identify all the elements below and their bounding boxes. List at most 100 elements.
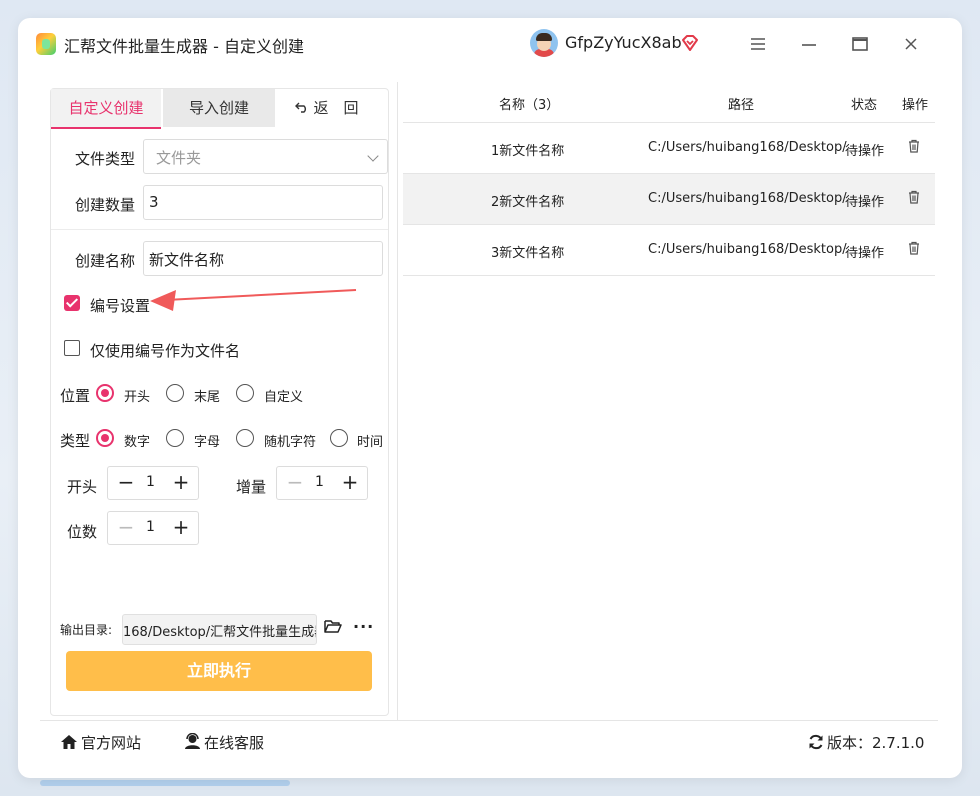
- section-divider: [51, 229, 388, 230]
- position-start-label: 开头: [124, 390, 151, 405]
- increment-button[interactable]: +: [339, 470, 361, 494]
- numbering-label: 编号设置: [90, 297, 151, 315]
- file-type-select[interactable]: 文件夹: [143, 139, 388, 174]
- output-dir-label: 输出目录:: [60, 623, 113, 637]
- version-label: 版本：2.7.1.0: [827, 734, 925, 752]
- type-random-label: 随机字符: [264, 435, 317, 450]
- type-time-label: 时间: [357, 435, 384, 450]
- maximize-icon[interactable]: [848, 32, 872, 56]
- start-label: 开头: [67, 478, 98, 496]
- position-custom-label: 自定义: [264, 390, 304, 405]
- row-name: 3新文件名称: [491, 246, 565, 261]
- support-link[interactable]: 在线客服: [184, 732, 264, 753]
- folder-open-icon[interactable]: [324, 619, 342, 633]
- only-number-label: 仅使用编号作为文件名: [90, 342, 241, 360]
- position-start-radio[interactable]: [96, 384, 114, 402]
- name-input[interactable]: 新文件名称: [143, 241, 383, 276]
- back-button[interactable]: 返 回: [287, 89, 367, 127]
- increment-button[interactable]: +: [170, 470, 192, 494]
- position-custom-radio[interactable]: [236, 384, 254, 402]
- tab-import-create[interactable]: 导入创建: [163, 89, 275, 127]
- position-end-radio[interactable]: [166, 384, 184, 402]
- count-label: 创建数量: [75, 196, 136, 214]
- support-label: 在线客服: [204, 734, 265, 752]
- increment-label: 增量: [236, 478, 267, 496]
- column-header-status: 状态: [851, 98, 878, 113]
- website-label: 官方网站: [81, 734, 142, 752]
- row-status: 待操作: [845, 246, 885, 261]
- trash-icon[interactable]: [908, 241, 920, 255]
- row-status: 待操作: [845, 144, 885, 159]
- website-link[interactable]: 官方网站: [60, 732, 141, 753]
- app-logo-icon: [36, 33, 56, 55]
- position-label: 位置: [60, 387, 91, 405]
- chevron-down-icon: [367, 150, 379, 162]
- settings-card: 自定义创建 导入创建 返 回 文件类型 文件夹 创建数量 3 创建名称 新文件名…: [50, 88, 389, 716]
- status-bar: 官方网站 在线客服 版本：2.7.1.0: [40, 720, 938, 763]
- tab-custom-create[interactable]: 自定义创建: [51, 89, 161, 129]
- refresh-icon: [809, 734, 823, 750]
- table-row[interactable]: 3新文件名称 C:/Users/huibang168/Desktop/ 待操作: [403, 224, 935, 275]
- back-label: 返 回: [313, 99, 359, 117]
- table-bottom-border: [403, 275, 935, 276]
- type-random-radio[interactable]: [236, 429, 254, 447]
- type-letter-radio[interactable]: [166, 429, 184, 447]
- background-decoration: [40, 780, 290, 786]
- version-info[interactable]: 版本：2.7.1.0: [808, 732, 924, 753]
- row-name: 2新文件名称: [491, 195, 565, 210]
- user-avatar[interactable]: [530, 29, 558, 57]
- home-icon: [61, 735, 77, 749]
- increment-value: 1: [315, 474, 324, 490]
- left-panel: 自定义创建 导入创建 返 回 文件类型 文件夹 创建数量 3 创建名称 新文件名…: [40, 82, 398, 720]
- trash-icon[interactable]: [908, 139, 920, 153]
- file-type-value: 文件夹: [156, 149, 202, 167]
- row-path: C:/Users/huibang168/Desktop/: [648, 242, 847, 257]
- decrement-button[interactable]: −: [115, 515, 137, 539]
- column-header-actions: 操作: [902, 98, 929, 113]
- more-icon[interactable]: ···: [353, 617, 374, 636]
- annotation-arrow-icon: [150, 289, 357, 311]
- only-number-checkbox[interactable]: [64, 340, 80, 356]
- customer-service-icon: [185, 733, 200, 749]
- type-time-radio[interactable]: [330, 429, 348, 447]
- output-dir-field[interactable]: 168/Desktop/汇帮文件批量生成器: [122, 614, 317, 645]
- column-header-path: 路径: [728, 98, 755, 113]
- row-path: C:/Users/huibang168/Desktop/: [648, 140, 847, 155]
- digits-label: 位数: [67, 523, 98, 541]
- minimize-icon[interactable]: [797, 32, 821, 56]
- title-bar: 汇帮文件批量生成器 - 自定义创建 GfpZyYucX8ab: [22, 24, 922, 64]
- menu-icon[interactable]: [746, 32, 770, 56]
- name-label: 创建名称: [75, 252, 136, 270]
- type-number-radio[interactable]: [96, 429, 114, 447]
- start-stepper[interactable]: − 1 +: [107, 466, 199, 500]
- column-header-name: 名称（3）: [499, 98, 560, 113]
- decrement-button[interactable]: −: [115, 470, 137, 494]
- row-name: 1新文件名称: [491, 144, 565, 159]
- digits-stepper[interactable]: − 1 +: [107, 511, 199, 545]
- decrement-button[interactable]: −: [284, 470, 306, 494]
- numbering-checkbox[interactable]: [64, 295, 80, 311]
- window-title: 汇帮文件批量生成器 - 自定义创建: [64, 37, 304, 56]
- increment-button[interactable]: +: [170, 515, 192, 539]
- output-dir-value: 168/Desktop/汇帮文件批量生成器: [123, 625, 317, 640]
- undo-arrow-icon: [295, 89, 309, 127]
- type-letter-label: 字母: [194, 435, 221, 450]
- increment-stepper[interactable]: − 1 +: [276, 466, 368, 500]
- type-label: 类型: [60, 432, 91, 450]
- table-row[interactable]: 2新文件名称 C:/Users/huibang168/Desktop/ 待操作: [403, 173, 935, 224]
- type-number-label: 数字: [124, 435, 151, 450]
- row-status: 待操作: [845, 195, 885, 210]
- run-button[interactable]: 立即执行: [66, 651, 372, 691]
- vip-diamond-icon[interactable]: [680, 33, 700, 53]
- mode-tabs: 自定义创建 导入创建 返 回: [51, 89, 388, 129]
- table-row[interactable]: 1新文件名称 C:/Users/huibang168/Desktop/ 待操作: [403, 122, 935, 173]
- position-end-label: 末尾: [194, 390, 221, 405]
- close-icon[interactable]: [899, 32, 923, 56]
- trash-icon[interactable]: [908, 190, 920, 204]
- digits-value: 1: [146, 519, 155, 535]
- count-input[interactable]: 3: [143, 185, 383, 220]
- file-type-label: 文件类型: [75, 150, 136, 168]
- start-value: 1: [146, 474, 155, 490]
- username[interactable]: GfpZyYucX8ab: [565, 33, 682, 52]
- row-path: C:/Users/huibang168/Desktop/: [648, 191, 847, 206]
